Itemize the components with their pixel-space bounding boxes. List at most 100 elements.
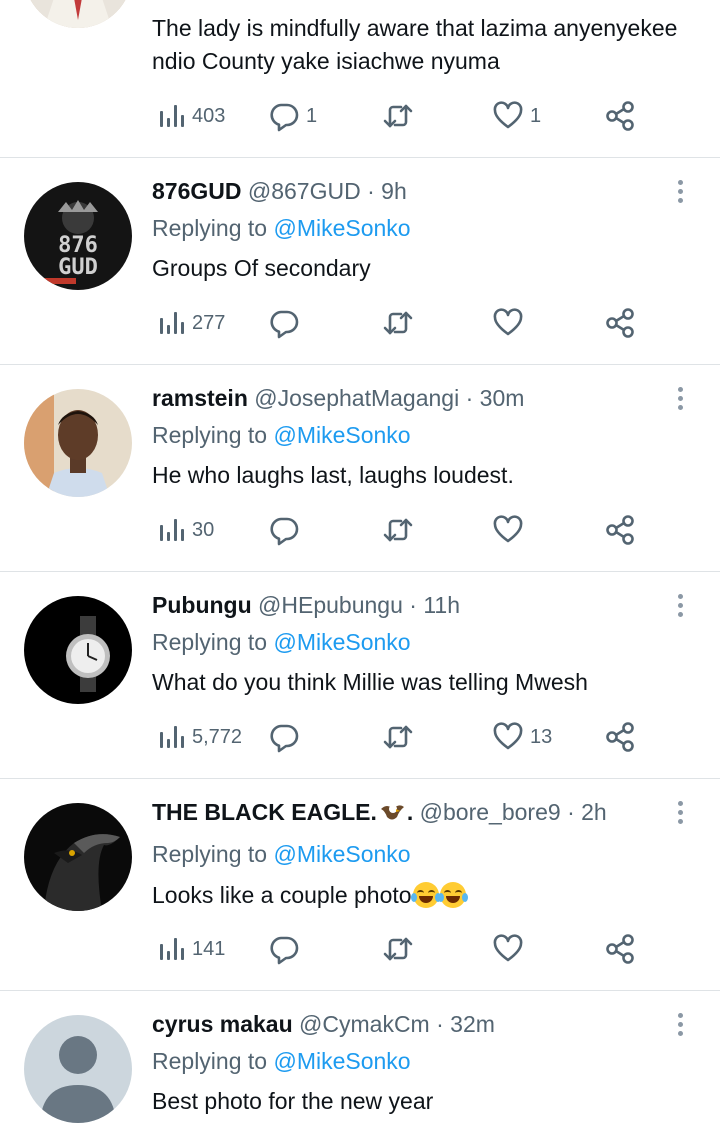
- like-count: 13: [530, 725, 553, 748]
- avatar[interactable]: 876 GUD: [24, 182, 132, 290]
- svg-text:GUD: GUD: [58, 255, 98, 280]
- mention-link[interactable]: @MikeSonko: [273, 629, 410, 655]
- retweet-button[interactable]: [382, 303, 420, 343]
- reply-button[interactable]: [268, 510, 306, 550]
- retweet-button[interactable]: [382, 929, 420, 969]
- user-handle[interactable]: @867GUD: [248, 178, 361, 204]
- views-bar-chart-icon: [160, 105, 184, 127]
- avatar[interactable]: [24, 389, 132, 497]
- share-button[interactable]: [604, 929, 636, 969]
- reply-tweet[interactable]: cyrus makau @CymakCm · 32m Replying to @…: [0, 991, 720, 1123]
- user-handle[interactable]: @bore_bore9: [420, 799, 561, 825]
- tweet-text: The lady is mindfully aware that lazima …: [152, 15, 678, 74]
- reply-tweet[interactable]: 876 GUD 876GUD @867GUD · 9h Replying to …: [0, 158, 720, 365]
- avatar[interactable]: [24, 1015, 132, 1123]
- separator-dot: ·: [436, 1011, 444, 1037]
- avatar-photo: [24, 803, 132, 911]
- face-with-tears-of-joy-emoji-icon: [437, 882, 468, 908]
- reply-tweet[interactable]: THE BLACK EAGLE.. @bore_bore9 · 2h Reply…: [0, 779, 720, 991]
- reply-tweet[interactable]: The lady is mindfully aware that lazima …: [0, 0, 720, 158]
- avatar[interactable]: [24, 0, 132, 28]
- separator-dot: ·: [409, 592, 417, 618]
- avatar-photo: [24, 596, 132, 704]
- share-icon: [606, 308, 634, 338]
- tweet-text-container: Looks like a couple photo: [152, 879, 692, 912]
- more-options-button[interactable]: [670, 176, 690, 206]
- views-count: 277: [192, 311, 226, 334]
- share-button[interactable]: [604, 96, 636, 136]
- reply-button[interactable]: [268, 929, 306, 969]
- display-name[interactable]: Pubungu: [152, 592, 252, 618]
- replying-to-label: Replying to: [152, 422, 268, 448]
- timestamp[interactable]: 32m: [450, 1011, 495, 1037]
- display-name[interactable]: cyrus makau: [152, 1011, 293, 1037]
- user-handle[interactable]: @HEpubungu: [258, 592, 403, 618]
- like-button[interactable]: [492, 510, 530, 550]
- share-icon: [606, 101, 634, 131]
- reply-tweet[interactable]: Pubungu @HEpubungu · 11h Replying to @Mi…: [0, 572, 720, 779]
- replying-to-label: Replying to: [152, 841, 268, 867]
- views-bar-chart-icon: [160, 938, 184, 960]
- tweet-actions: 141: [152, 929, 642, 969]
- mention-link[interactable]: @MikeSonko: [273, 422, 410, 448]
- retweet-icon: [383, 311, 413, 335]
- timestamp[interactable]: 11h: [423, 592, 460, 618]
- retweet-icon: [383, 104, 413, 128]
- reply-bubble-icon: [270, 517, 299, 546]
- tweet-header: ramstein @JosephatMagangi · 30m: [152, 383, 524, 413]
- reply-bubble-icon: [270, 310, 299, 339]
- reply-button[interactable]: [268, 303, 306, 343]
- retweet-icon: [383, 518, 413, 542]
- share-button[interactable]: [604, 510, 636, 550]
- like-count: 1: [530, 104, 542, 127]
- like-button[interactable]: 1: [492, 96, 541, 136]
- display-name[interactable]: ramstein: [152, 385, 248, 411]
- user-handle[interactable]: @JosephatMagangi: [254, 385, 459, 411]
- avatar[interactable]: [24, 596, 132, 704]
- display-name[interactable]: THE BLACK EAGLE.: [152, 799, 377, 825]
- views-button[interactable]: 141: [156, 929, 225, 969]
- retweet-button[interactable]: [382, 717, 420, 757]
- views-button[interactable]: 277: [156, 303, 225, 343]
- mention-link[interactable]: @MikeSonko: [273, 215, 410, 241]
- mention-link[interactable]: @MikeSonko: [273, 841, 410, 867]
- replying-to-label: Replying to: [152, 215, 268, 241]
- heart-icon: [493, 515, 523, 543]
- tweet-header: THE BLACK EAGLE.. @bore_bore9 · 2h: [152, 797, 607, 827]
- user-handle[interactable]: @CymakCm: [299, 1011, 430, 1037]
- more-options-button[interactable]: [670, 1009, 690, 1039]
- share-button[interactable]: [604, 717, 636, 757]
- avatar[interactable]: [24, 803, 132, 911]
- heart-icon: [493, 308, 523, 336]
- tweet-actions: 5,772 13: [152, 717, 642, 757]
- views-button[interactable]: 5,772: [156, 717, 242, 757]
- more-options-button[interactable]: [670, 797, 690, 827]
- like-button[interactable]: 13: [492, 717, 552, 757]
- like-button[interactable]: [492, 929, 530, 969]
- like-button[interactable]: [492, 303, 530, 343]
- retweet-button[interactable]: [382, 510, 420, 550]
- timestamp[interactable]: 9h: [381, 178, 407, 204]
- views-button[interactable]: 403: [156, 96, 225, 136]
- more-options-button[interactable]: [670, 590, 690, 620]
- more-options-button[interactable]: [670, 383, 690, 413]
- mention-link[interactable]: @MikeSonko: [273, 1048, 410, 1074]
- timestamp[interactable]: 2h: [581, 799, 607, 825]
- share-button[interactable]: [604, 303, 636, 343]
- replying-to: Replying to @MikeSonko: [152, 627, 411, 657]
- tweet-text: Looks like a couple photo: [152, 882, 412, 908]
- reply-button[interactable]: 1: [268, 96, 317, 136]
- timestamp[interactable]: 30m: [480, 385, 525, 411]
- retweet-icon: [383, 937, 413, 961]
- views-count: 141: [192, 937, 226, 960]
- display-name[interactable]: 876GUD: [152, 178, 241, 204]
- views-bar-chart-icon: [160, 519, 184, 541]
- replying-to-label: Replying to: [152, 629, 268, 655]
- reply-tweet[interactable]: ramstein @JosephatMagangi · 30m Replying…: [0, 365, 720, 572]
- reply-button[interactable]: [268, 717, 306, 757]
- views-button[interactable]: 30: [156, 510, 214, 550]
- retweet-button[interactable]: [382, 96, 420, 136]
- views-count: 403: [192, 104, 226, 127]
- display-name-suffix: .: [406, 799, 414, 825]
- tweet-actions: 277: [152, 303, 642, 343]
